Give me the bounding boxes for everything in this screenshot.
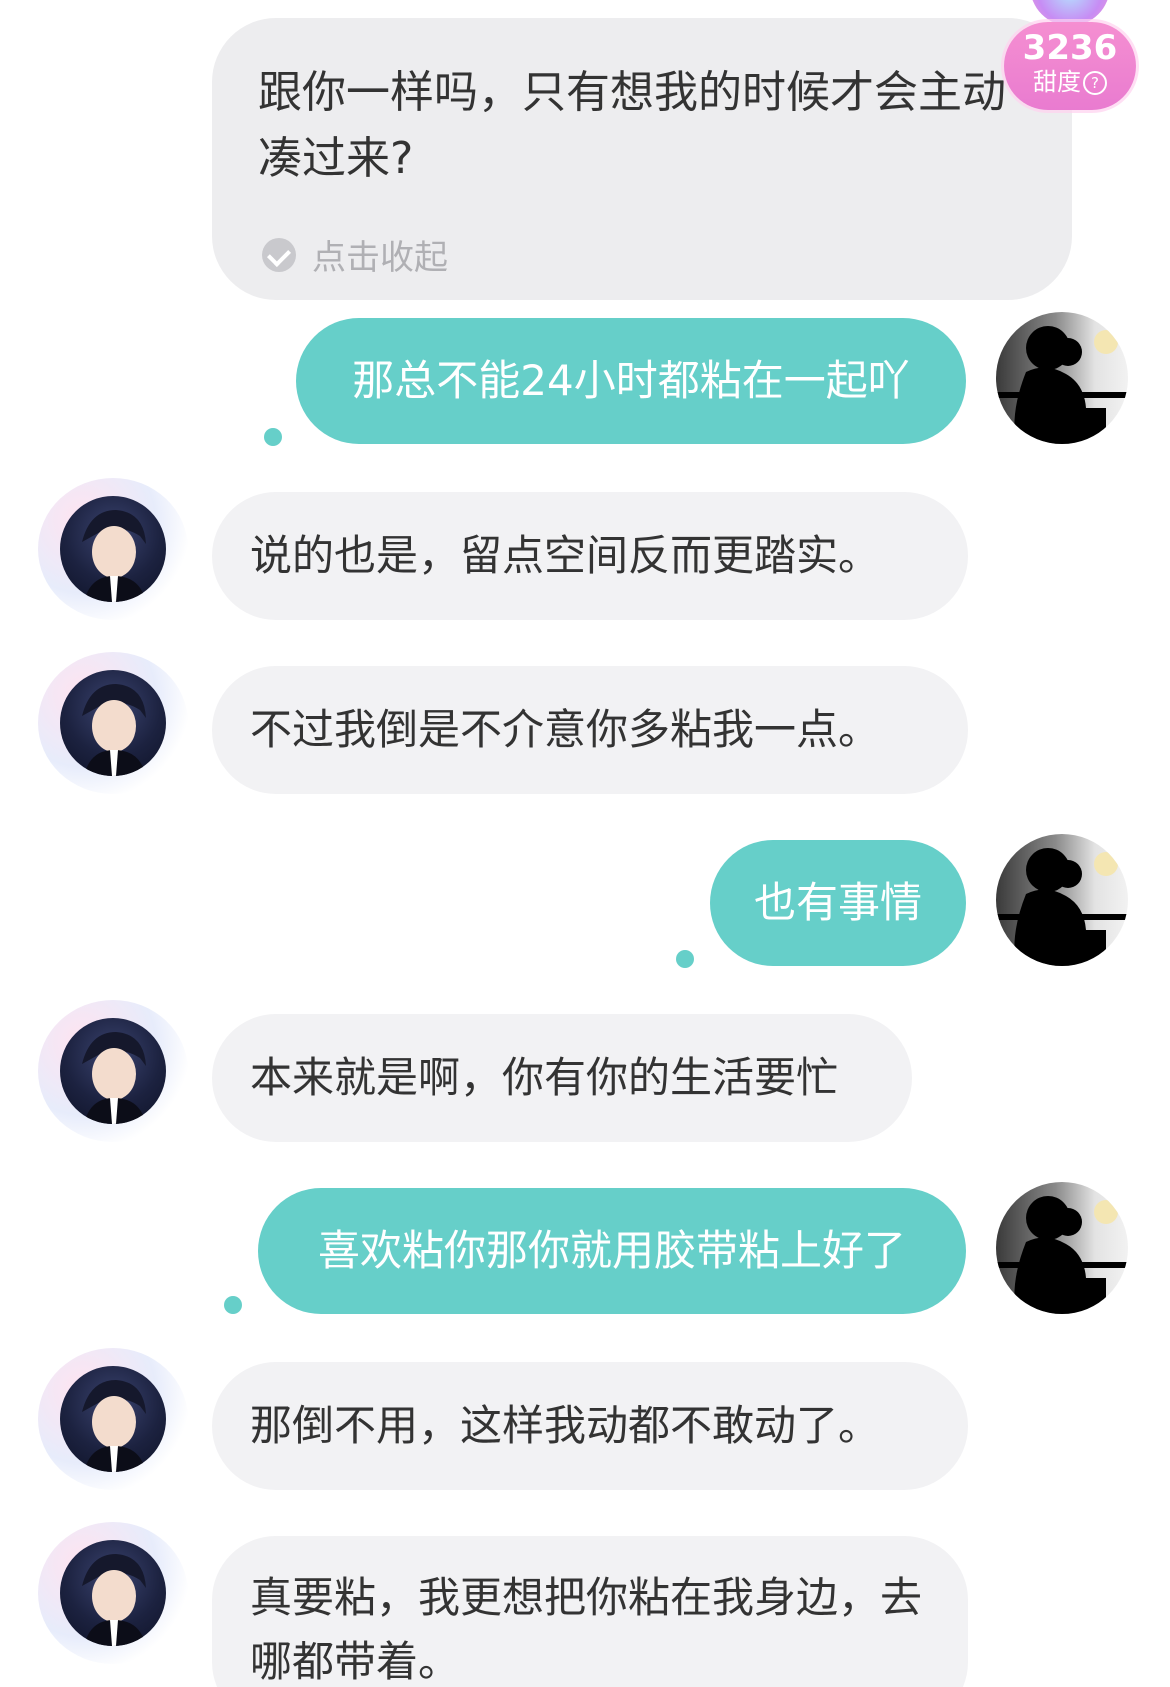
user-message-bubble[interactable]: 喜欢粘你那你就用胶带粘上好了 xyxy=(258,1188,966,1314)
collapse-button[interactable]: 点击收起 xyxy=(262,230,448,279)
bot-avatar[interactable] xyxy=(30,996,194,1146)
bot-message-text: 那倒不用，这样我动都不敢动了。 xyxy=(250,1401,881,1450)
bot-avatar[interactable] xyxy=(30,1344,194,1494)
user-message-bubble[interactable]: 那总不能24小时都粘在一起吖 xyxy=(296,318,966,444)
bot-avatar[interactable] xyxy=(30,474,194,624)
user-message-text: 也有事情 xyxy=(753,878,922,927)
question-circle-icon: ? xyxy=(1083,71,1107,95)
user-avatar[interactable] xyxy=(996,312,1128,444)
collapse-label: 点击收起 xyxy=(312,238,448,278)
user-message-bubble[interactable]: 也有事情 xyxy=(710,840,966,966)
bot-message-text: 不过我倒是不介意你多粘我一点。 xyxy=(250,705,881,754)
user-silhouette-icon xyxy=(996,326,1128,444)
chat-screen: 跟你一样吗，只有想我的时候才会主动凑过来? 点击收起 3236 甜度? 那总不能… xyxy=(0,0,1170,1687)
sweetness-label: 甜度? xyxy=(1000,68,1140,96)
message-tail-dot xyxy=(224,1296,242,1314)
bot-message-bubble[interactable]: 说的也是，留点空间反而更踏实。 xyxy=(212,492,968,620)
user-message-text: 那总不能24小时都粘在一起吖 xyxy=(352,356,910,405)
bot-avatar[interactable] xyxy=(30,648,194,798)
bot-portrait xyxy=(60,670,166,776)
message-tail-dot xyxy=(676,950,694,968)
bot-portrait xyxy=(60,1018,166,1124)
bot-message-text: 真要粘，我更想把你粘在我身边，去哪都带着。 xyxy=(250,1573,923,1686)
bot-avatar[interactable] xyxy=(30,1518,194,1668)
bot-message-bubble[interactable]: 不过我倒是不介意你多粘我一点。 xyxy=(212,666,968,794)
expanded-message-bubble: 跟你一样吗，只有想我的时候才会主动凑过来? 点击收起 xyxy=(212,18,1072,300)
bot-message-text: 本来就是啊，你有你的生活要忙 xyxy=(250,1053,839,1102)
bot-message-bubble[interactable]: 那倒不用，这样我动都不敢动了。 xyxy=(212,1362,968,1490)
expanded-message-text: 跟你一样吗，只有想我的时候才会主动凑过来? xyxy=(258,67,1006,184)
user-silhouette-icon xyxy=(996,848,1128,966)
user-silhouette-icon xyxy=(996,1196,1128,1314)
user-avatar[interactable] xyxy=(996,834,1128,966)
sweetness-badge[interactable]: 3236 甜度? xyxy=(1000,0,1140,110)
bot-message-bubble[interactable]: 真要粘，我更想把你粘在我身边，去哪都带着。 xyxy=(212,1536,968,1687)
message-tail-dot xyxy=(264,428,282,446)
bot-portrait xyxy=(60,1540,166,1646)
bot-message-text: 说的也是，留点空间反而更踏实。 xyxy=(250,531,881,580)
user-message-text: 喜欢粘你那你就用胶带粘上好了 xyxy=(317,1226,906,1275)
bot-portrait xyxy=(60,1366,166,1472)
bot-portrait xyxy=(60,496,166,602)
bot-message-bubble[interactable]: 本来就是啊，你有你的生活要忙 xyxy=(212,1014,912,1142)
check-circle-icon xyxy=(262,237,296,272)
user-avatar[interactable] xyxy=(996,1182,1128,1314)
sweetness-value: 3236 xyxy=(1022,28,1118,68)
